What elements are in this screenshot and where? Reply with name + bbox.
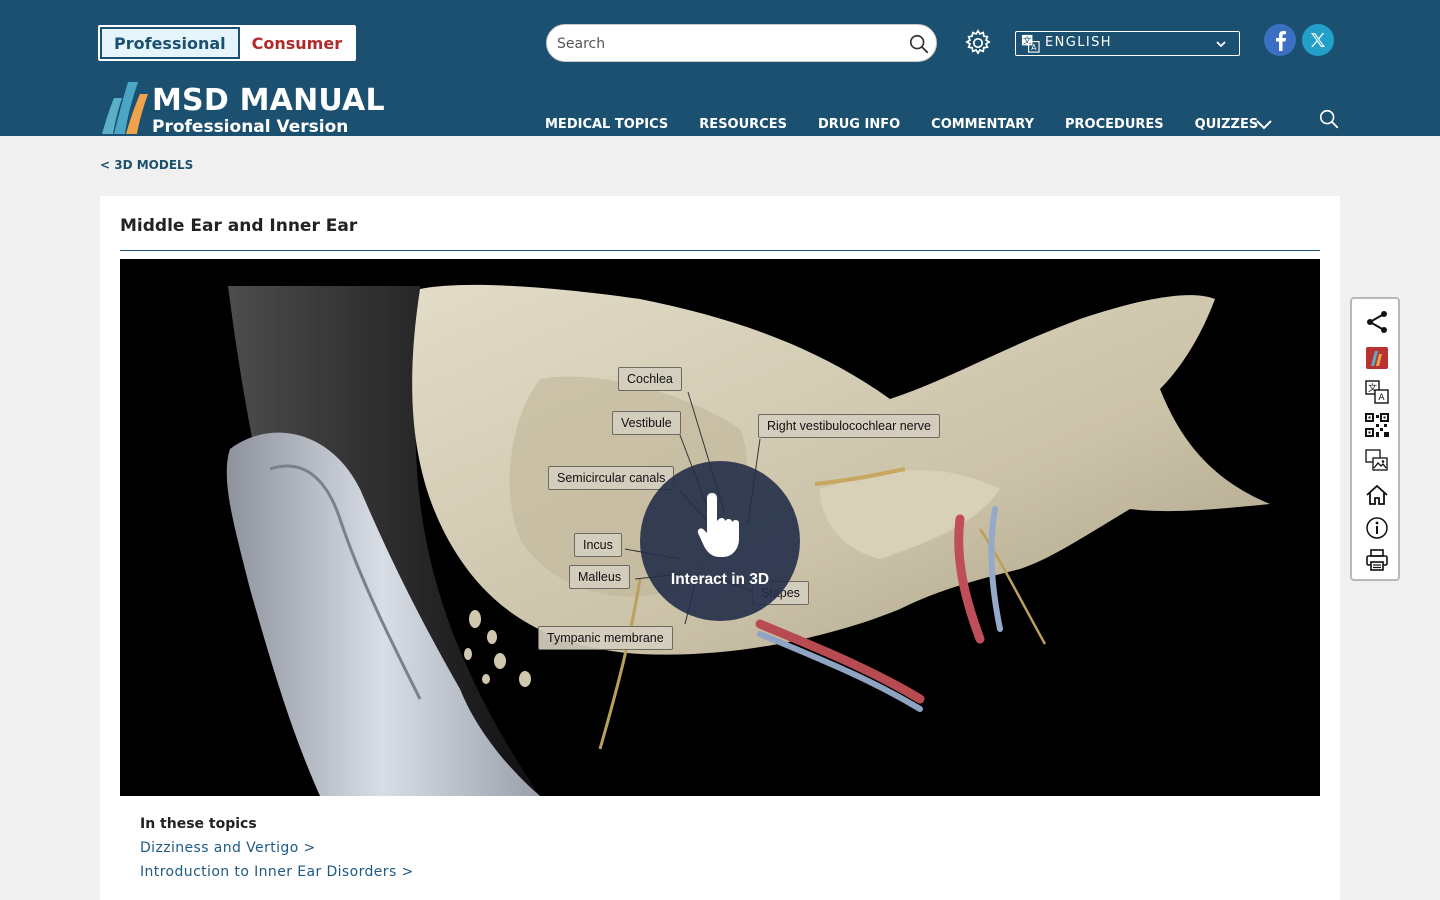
facebook-button[interactable] <box>1264 24 1296 56</box>
label-tympanic-membrane[interactable]: Tympanic membrane <box>538 626 673 650</box>
interact-in-3d-button[interactable]: Interact in 3D <box>640 461 800 621</box>
home-button[interactable] <box>1364 482 1390 508</box>
nav-procedures[interactable]: PROCEDURES <box>1065 117 1164 132</box>
brand[interactable]: MSD MANUAL Professional Version <box>152 83 385 137</box>
label-vestibule[interactable]: Vestibule <box>612 411 681 435</box>
search-icon[interactable] <box>908 33 930 55</box>
translate-icon: 文 A <box>1021 35 1040 53</box>
gear-icon[interactable] <box>963 28 993 58</box>
msd-logo-icon <box>102 82 148 134</box>
professional-button[interactable]: Professional <box>100 27 240 59</box>
chevron-down-icon[interactable] <box>1255 118 1273 132</box>
interact-in-3d-label: Interact in 3D <box>670 571 770 588</box>
brand-subtitle: Professional Version <box>152 117 349 137</box>
label-cochlea[interactable]: Cochlea <box>618 367 682 391</box>
nav-drug-info[interactable]: DRUG INFO <box>818 117 900 132</box>
title-divider <box>120 250 1320 251</box>
image-gallery-icon <box>1365 449 1388 471</box>
translate-button[interactable]: 文 A <box>1364 379 1390 405</box>
info-icon <box>1366 517 1388 539</box>
tool-rail: 文 A <box>1350 297 1400 581</box>
related-topics: In these topics Dizziness and Vertigo > … <box>140 816 414 888</box>
site-header: Professional Consumer 文 A ENGLISH <box>0 0 1440 136</box>
3d-model-viewer[interactable]: Cochlea Vestibule Right vestibulocochlea… <box>120 259 1320 796</box>
svg-text:A: A <box>1031 43 1037 52</box>
qr-code-button[interactable] <box>1364 412 1390 438</box>
hand-pointer-icon <box>697 493 739 557</box>
breadcrumb[interactable]: < 3D MODELS <box>100 158 193 172</box>
topic-link-dizziness[interactable]: Dizziness and Vertigo > <box>140 840 414 856</box>
content-card: Middle Ear and Inner Ear Cochlea Vestibu… <box>100 196 1340 900</box>
share-icon <box>1367 311 1387 333</box>
msd-logo-icon <box>1366 347 1388 369</box>
translate-icon: 文 A <box>1365 380 1389 404</box>
topic-link-inner-ear-disorders[interactable]: Introduction to Inner Ear Disorders > <box>140 864 414 880</box>
chevron-down-icon <box>1216 41 1226 48</box>
label-semicircular-canals[interactable]: Semicircular canals <box>548 466 675 490</box>
home-icon <box>1366 484 1388 505</box>
x-twitter-button[interactable] <box>1302 24 1334 56</box>
consumer-button[interactable]: Consumer <box>239 27 355 59</box>
nav-quizzes[interactable]: QUIZZES <box>1195 117 1259 132</box>
msd-app-button[interactable] <box>1364 345 1390 371</box>
search-icon[interactable] <box>1318 108 1340 130</box>
facebook-icon <box>1276 31 1286 51</box>
language-selected: ENGLISH <box>1045 35 1112 50</box>
page-title: Middle Ear and Inner Ear <box>120 216 358 236</box>
svg-text:A: A <box>1378 393 1385 403</box>
search-box <box>546 24 937 62</box>
qr-code-icon <box>1365 413 1389 437</box>
language-select[interactable]: 文 A ENGLISH <box>1015 31 1240 56</box>
audience-toggle: Professional Consumer <box>98 25 357 61</box>
share-button[interactable] <box>1364 309 1390 335</box>
print-icon <box>1366 549 1388 571</box>
nav-resources[interactable]: RESOURCES <box>699 117 787 132</box>
related-topics-heading: In these topics <box>140 816 257 832</box>
label-incus[interactable]: Incus <box>574 533 622 557</box>
main-nav: MEDICAL TOPICS RESOURCES DRUG INFO COMME… <box>545 117 1289 132</box>
nav-commentary[interactable]: COMMENTARY <box>931 117 1034 132</box>
brand-title: MSD MANUAL <box>152 83 385 118</box>
label-malleus[interactable]: Malleus <box>569 565 631 589</box>
nav-medical-topics[interactable]: MEDICAL TOPICS <box>545 117 668 132</box>
print-button[interactable] <box>1364 547 1390 573</box>
info-button[interactable] <box>1364 515 1390 541</box>
image-gallery-button[interactable] <box>1364 448 1390 474</box>
x-twitter-icon <box>1311 33 1325 47</box>
label-vestibulocochlear-nerve[interactable]: Right vestibulocochlear nerve <box>758 414 940 438</box>
search-input[interactable] <box>557 33 887 55</box>
